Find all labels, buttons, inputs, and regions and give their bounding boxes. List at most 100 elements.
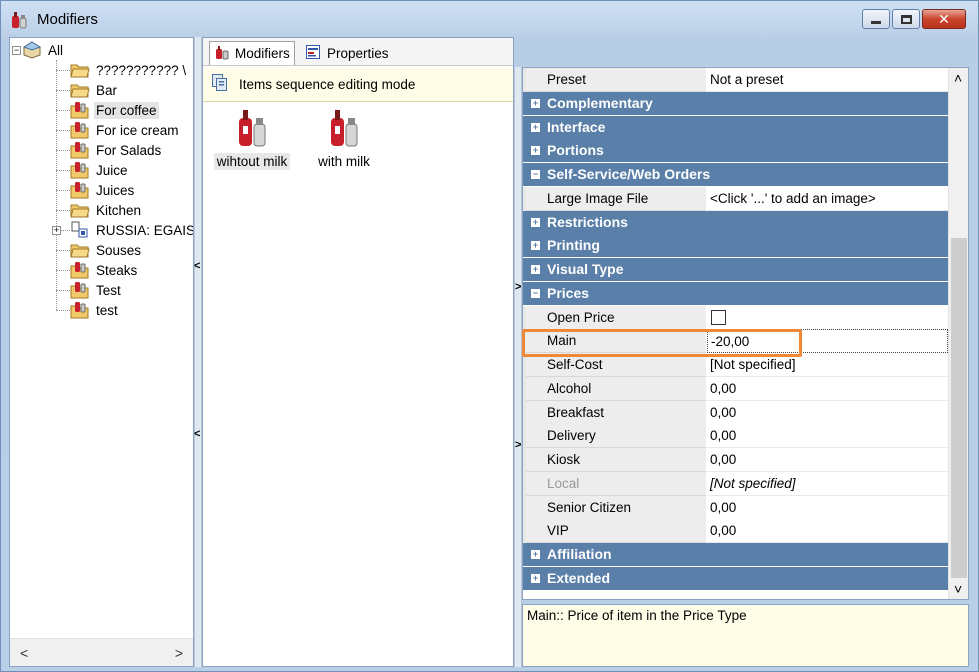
category-restrictions[interactable]: + Restrictions <box>523 211 948 235</box>
category-tree[interactable]: All − ??????????? \ Bar For coffee For ice cr… <box>10 38 193 638</box>
property-name: Local <box>526 472 706 496</box>
category-visual-type[interactable]: + Visual Type <box>523 258 948 282</box>
property-local[interactable]: Local [Not specified] <box>523 472 948 496</box>
category-prices[interactable]: − Prices <box>523 282 948 306</box>
right-splitter[interactable]: > > <box>514 67 522 667</box>
scrollbar-thumb[interactable] <box>951 238 967 578</box>
expand-icon[interactable]: + <box>531 265 540 274</box>
tree-guide-line <box>56 70 70 71</box>
collapse-root-icon[interactable]: − <box>12 46 21 55</box>
property-value[interactable]: 0,00 <box>707 424 948 448</box>
expand-icon[interactable]: + <box>531 241 540 250</box>
scroll-up-arrow-icon[interactable]: ˄ <box>954 70 962 86</box>
tab-modifiers[interactable]: Modifiers <box>209 41 295 65</box>
minimize-icon <box>871 20 881 24</box>
tree-guide-line <box>56 190 70 191</box>
property-value[interactable]: Not a preset <box>707 68 948 92</box>
property-value[interactable]: 0,00 <box>707 519 948 543</box>
tab-properties[interactable]: Properties <box>301 41 393 65</box>
left-splitter[interactable]: < < <box>194 37 202 667</box>
category-tree-panel: All − ??????????? \ Bar For coffee For ice cr… <box>9 37 194 667</box>
tree-node-root[interactable]: All <box>22 40 65 60</box>
property-value[interactable]: [Not specified] <box>707 472 948 496</box>
property-preset[interactable]: Preset Not a preset <box>523 68 948 92</box>
scroll-right-arrow-icon[interactable]: > <box>175 645 183 661</box>
expand-icon[interactable]: + <box>531 574 540 583</box>
property-value[interactable]: <Click '...' to add an image> <box>707 187 948 211</box>
property-value[interactable]: 0,00 <box>707 401 948 425</box>
tree-node-souses[interactable]: Souses <box>70 240 143 260</box>
close-button[interactable]: ✕ <box>922 9 966 29</box>
collapse-left-arrow-icon[interactable]: < <box>194 260 200 272</box>
expand-node-icon[interactable]: + <box>52 226 61 235</box>
category-interface[interactable]: + Interface <box>523 116 948 140</box>
property-kiosk[interactable]: Kiosk 0,00 <box>523 448 948 472</box>
modifier-item-without-milk[interactable]: wihtout milk <box>213 108 291 170</box>
tree-node-juices[interactable]: Juices <box>70 180 136 200</box>
property-name: Large Image File <box>526 187 706 211</box>
property-value[interactable]: 0,00 <box>707 377 948 401</box>
tree-node-russia-egais[interactable]: RUSSIA: EGAIS <box>70 220 193 240</box>
tree-horizontal-scrollbar[interactable]: < > <box>10 638 193 666</box>
collapse-left-arrow-icon-2[interactable]: < <box>194 428 200 440</box>
tree-node-test[interactable]: test <box>70 300 120 320</box>
category-affiliation[interactable]: + Affiliation <box>523 543 948 567</box>
property-value[interactable] <box>707 306 948 330</box>
category-self-service-web-orders[interactable]: − Self-Service/Web Orders <box>523 163 948 187</box>
property-delivery[interactable]: Delivery 0,00 <box>523 424 948 448</box>
property-vip[interactable]: VIP 0,00 <box>523 519 948 543</box>
sequence-mode-label: Items sequence editing mode <box>239 77 416 92</box>
property-grid-vertical-scrollbar[interactable]: ˄ ˅ <box>948 68 968 599</box>
property-alcohol[interactable]: Alcohol 0,00 <box>523 377 948 401</box>
scroll-left-arrow-icon[interactable]: < <box>20 645 28 661</box>
category-printing[interactable]: + Printing <box>523 234 948 258</box>
tree-node-steaks[interactable]: Steaks <box>70 260 139 280</box>
expand-icon[interactable]: + <box>531 123 540 132</box>
tree-node-bar[interactable]: Bar <box>70 80 119 100</box>
tree-guide-line <box>56 110 70 111</box>
modifier-folder-icon <box>70 281 90 299</box>
collapse-icon[interactable]: − <box>531 170 540 179</box>
scroll-down-arrow-icon[interactable]: ˅ <box>954 581 962 597</box>
category-complementary[interactable]: + Complementary <box>523 92 948 116</box>
minimize-button[interactable] <box>862 9 890 29</box>
property-senior-citizen[interactable]: Senior Citizen 0,00 <box>523 496 948 520</box>
tree-guide-line <box>56 290 70 291</box>
tab-properties-label: Properties <box>327 45 389 61</box>
tree-node-for-coffee[interactable]: For coffee <box>70 100 159 120</box>
center-tabs: Modifiers Properties <box>203 38 513 66</box>
tree-node-for-ice-cream[interactable]: For ice cream <box>70 120 181 140</box>
expand-icon[interactable]: + <box>531 146 540 155</box>
egais-icon <box>70 221 90 239</box>
category-extended[interactable]: + Extended <box>523 567 948 591</box>
open-price-checkbox[interactable] <box>711 310 726 325</box>
maximize-button[interactable] <box>892 9 920 29</box>
properties-tab-icon <box>305 44 321 63</box>
tree-node-juice[interactable]: Juice <box>70 160 130 180</box>
property-value[interactable]: 0,00 <box>707 496 948 520</box>
collapse-right-arrow-icon-2[interactable]: > <box>515 439 521 451</box>
property-name: Alcohol <box>526 377 706 401</box>
collapse-right-arrow-icon[interactable]: > <box>515 281 521 293</box>
expand-icon[interactable]: + <box>531 550 540 559</box>
sequence-mode-bar[interactable]: Items sequence editing mode <box>203 68 513 102</box>
expand-icon[interactable]: + <box>531 99 540 108</box>
category-portions[interactable]: + Portions <box>523 139 948 163</box>
modifier-folder-icon <box>70 101 90 119</box>
tree-node-for-salads[interactable]: For Salads <box>70 140 163 160</box>
collapse-icon[interactable]: − <box>531 289 540 298</box>
title-bar[interactable]: Modifiers ✕ <box>1 1 978 37</box>
property-name: Breakfast <box>526 401 706 425</box>
property-value[interactable]: 0,00 <box>707 448 948 472</box>
property-open-price[interactable]: Open Price <box>523 306 948 330</box>
tree-guide-line <box>56 270 70 271</box>
tree-node-item[interactable]: ??????????? \ <box>70 60 188 80</box>
property-breakfast[interactable]: Breakfast 0,00 <box>523 401 948 425</box>
category-label: Visual Type <box>547 261 624 277</box>
modifier-item-with-milk[interactable]: with milk <box>305 108 383 170</box>
property-large-image-file[interactable]: Large Image File <Click '...' to add an i… <box>523 187 948 211</box>
tree-node-label: Juices <box>96 182 135 198</box>
expand-icon[interactable]: + <box>531 218 540 227</box>
tree-node-kitchen[interactable]: Kitchen <box>70 200 143 220</box>
tree-node-test[interactable]: Test <box>70 280 123 300</box>
